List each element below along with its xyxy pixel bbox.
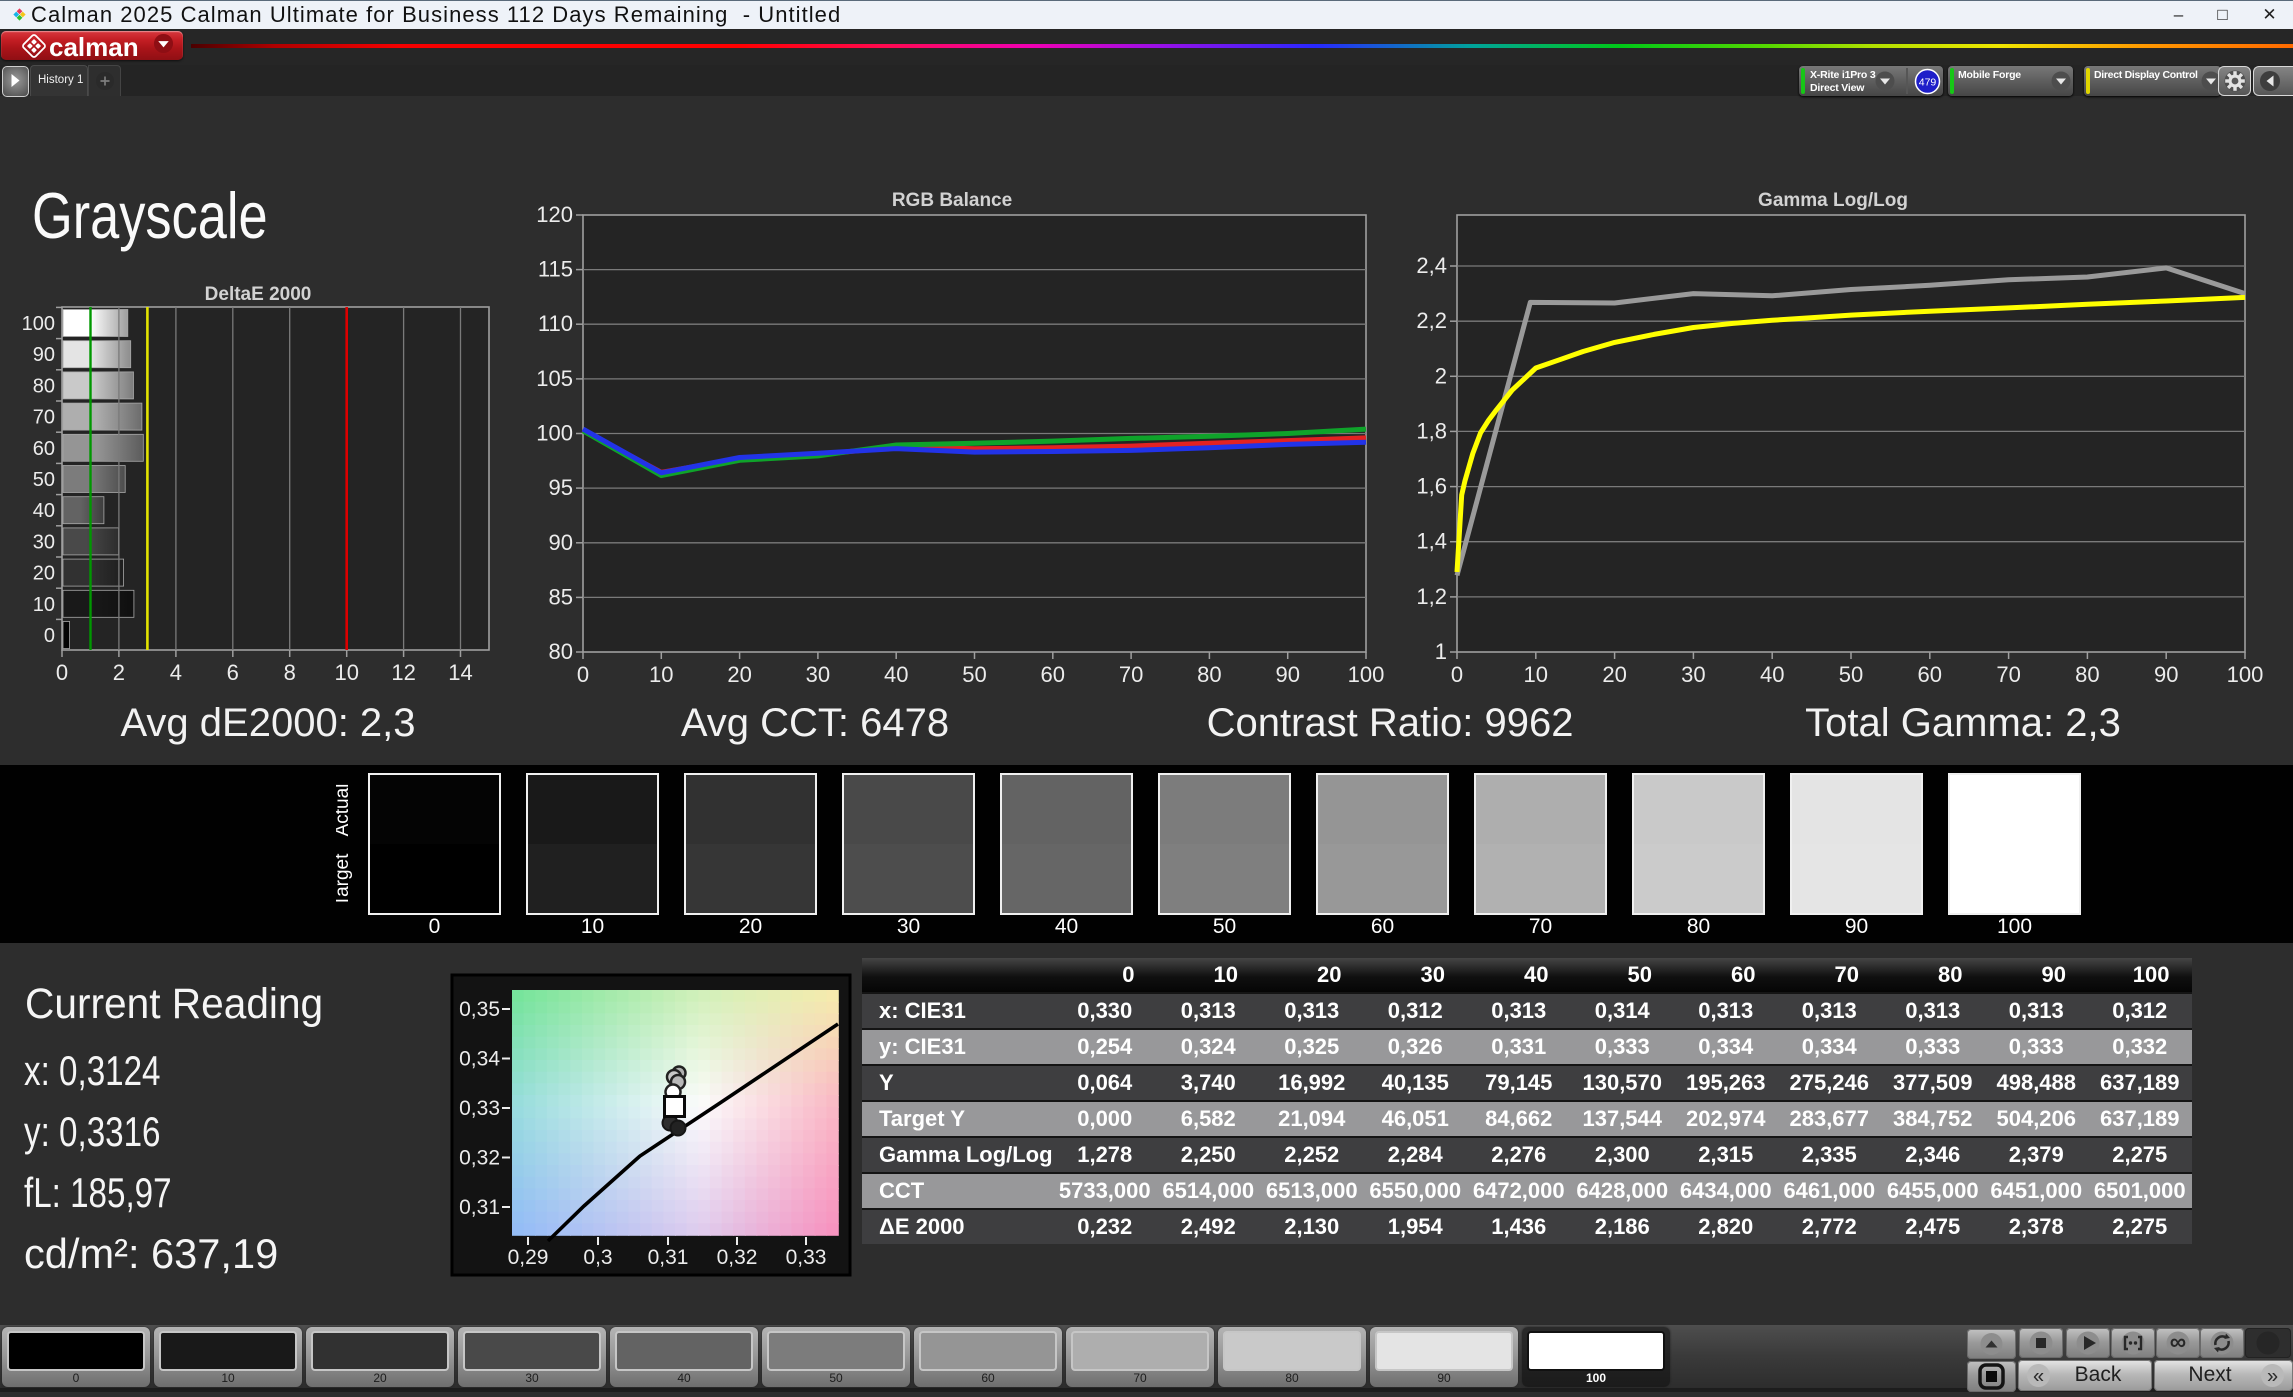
svg-text:0,31: 0,31 bbox=[648, 1246, 689, 1269]
svg-text:1,4: 1,4 bbox=[1416, 529, 1447, 554]
svg-text:0,31: 0,31 bbox=[459, 1196, 500, 1219]
svg-text:20: 20 bbox=[33, 563, 55, 585]
svg-text:Actual: Actual bbox=[336, 784, 353, 837]
svg-text:80: 80 bbox=[33, 375, 55, 397]
svg-text:95: 95 bbox=[549, 475, 573, 500]
svg-text:60: 60 bbox=[33, 438, 55, 460]
svg-text:14: 14 bbox=[448, 660, 472, 685]
svg-text:0,34: 0,34 bbox=[459, 1048, 500, 1071]
svg-text:1,6: 1,6 bbox=[1416, 474, 1447, 499]
svg-text:60: 60 bbox=[1918, 662, 1942, 687]
svg-text:30: 30 bbox=[33, 531, 55, 553]
svg-text:8: 8 bbox=[284, 660, 296, 685]
svg-text:80: 80 bbox=[1197, 662, 1221, 687]
svg-text:479: 479 bbox=[1919, 77, 1937, 89]
svg-text:50: 50 bbox=[962, 662, 986, 687]
svg-text:10: 10 bbox=[334, 660, 358, 685]
svg-text:∞: ∞ bbox=[2170, 1329, 2186, 1355]
svg-text:30: 30 bbox=[806, 662, 830, 687]
svg-text:80: 80 bbox=[549, 639, 573, 664]
svg-text:1,8: 1,8 bbox=[1416, 418, 1447, 443]
svg-text:70: 70 bbox=[33, 407, 55, 429]
svg-text:40: 40 bbox=[1760, 662, 1784, 687]
svg-text:6: 6 bbox=[227, 660, 239, 685]
svg-text:50: 50 bbox=[33, 469, 55, 491]
svg-text:0,33: 0,33 bbox=[459, 1097, 500, 1120]
svg-text:20: 20 bbox=[1602, 662, 1626, 687]
svg-text:0: 0 bbox=[1451, 662, 1463, 687]
svg-text:120: 120 bbox=[536, 202, 573, 227]
svg-text:90: 90 bbox=[1275, 662, 1299, 687]
svg-text:DeltaE 2000: DeltaE 2000 bbox=[205, 284, 312, 305]
svg-text:20: 20 bbox=[727, 662, 751, 687]
svg-text:100: 100 bbox=[536, 421, 573, 446]
svg-text:90: 90 bbox=[2154, 662, 2178, 687]
svg-text:90: 90 bbox=[549, 530, 573, 555]
svg-text:40: 40 bbox=[884, 662, 908, 687]
svg-text:10: 10 bbox=[33, 594, 55, 616]
svg-text:«: « bbox=[2033, 1366, 2044, 1388]
svg-text:0: 0 bbox=[44, 625, 55, 647]
svg-text:2,2: 2,2 bbox=[1416, 308, 1447, 333]
svg-text:30: 30 bbox=[1681, 662, 1705, 687]
svg-text:100: 100 bbox=[22, 313, 55, 335]
svg-text:10: 10 bbox=[1524, 662, 1548, 687]
svg-text:0,35: 0,35 bbox=[459, 998, 500, 1021]
svg-text:0: 0 bbox=[56, 660, 68, 685]
svg-text:100: 100 bbox=[2227, 662, 2264, 687]
svg-text:40: 40 bbox=[33, 500, 55, 522]
svg-text:0,33: 0,33 bbox=[786, 1246, 827, 1269]
svg-text:60: 60 bbox=[1041, 662, 1065, 687]
svg-text:RGB Balance: RGB Balance bbox=[892, 190, 1012, 211]
svg-text:105: 105 bbox=[536, 366, 573, 391]
svg-text:Gamma Log/Log: Gamma Log/Log bbox=[1758, 190, 1908, 211]
svg-text:110: 110 bbox=[538, 311, 573, 336]
svg-text:90: 90 bbox=[33, 344, 55, 366]
svg-text:0: 0 bbox=[577, 662, 589, 687]
svg-text:4: 4 bbox=[170, 660, 182, 685]
svg-text:70: 70 bbox=[1996, 662, 2020, 687]
svg-text:0,32: 0,32 bbox=[459, 1147, 500, 1170]
svg-text:1,2: 1,2 bbox=[1416, 584, 1447, 609]
svg-text:0,29: 0,29 bbox=[508, 1246, 549, 1269]
svg-text:12: 12 bbox=[391, 660, 415, 685]
svg-text:2: 2 bbox=[113, 660, 125, 685]
svg-text:0,3: 0,3 bbox=[583, 1246, 612, 1269]
svg-text:2,4: 2,4 bbox=[1416, 253, 1447, 278]
svg-text:Target: Target bbox=[336, 853, 353, 907]
svg-text:85: 85 bbox=[549, 584, 573, 609]
svg-text:100: 100 bbox=[1348, 662, 1385, 687]
svg-text:»: » bbox=[2267, 1366, 2278, 1388]
svg-text:115: 115 bbox=[538, 257, 573, 282]
svg-text:70: 70 bbox=[1119, 662, 1143, 687]
svg-text:50: 50 bbox=[1839, 662, 1863, 687]
svg-text:2: 2 bbox=[1435, 363, 1447, 388]
svg-text:80: 80 bbox=[2075, 662, 2099, 687]
svg-text:10: 10 bbox=[649, 662, 673, 687]
svg-text:0,32: 0,32 bbox=[717, 1246, 758, 1269]
svg-text:1: 1 bbox=[1435, 639, 1447, 664]
